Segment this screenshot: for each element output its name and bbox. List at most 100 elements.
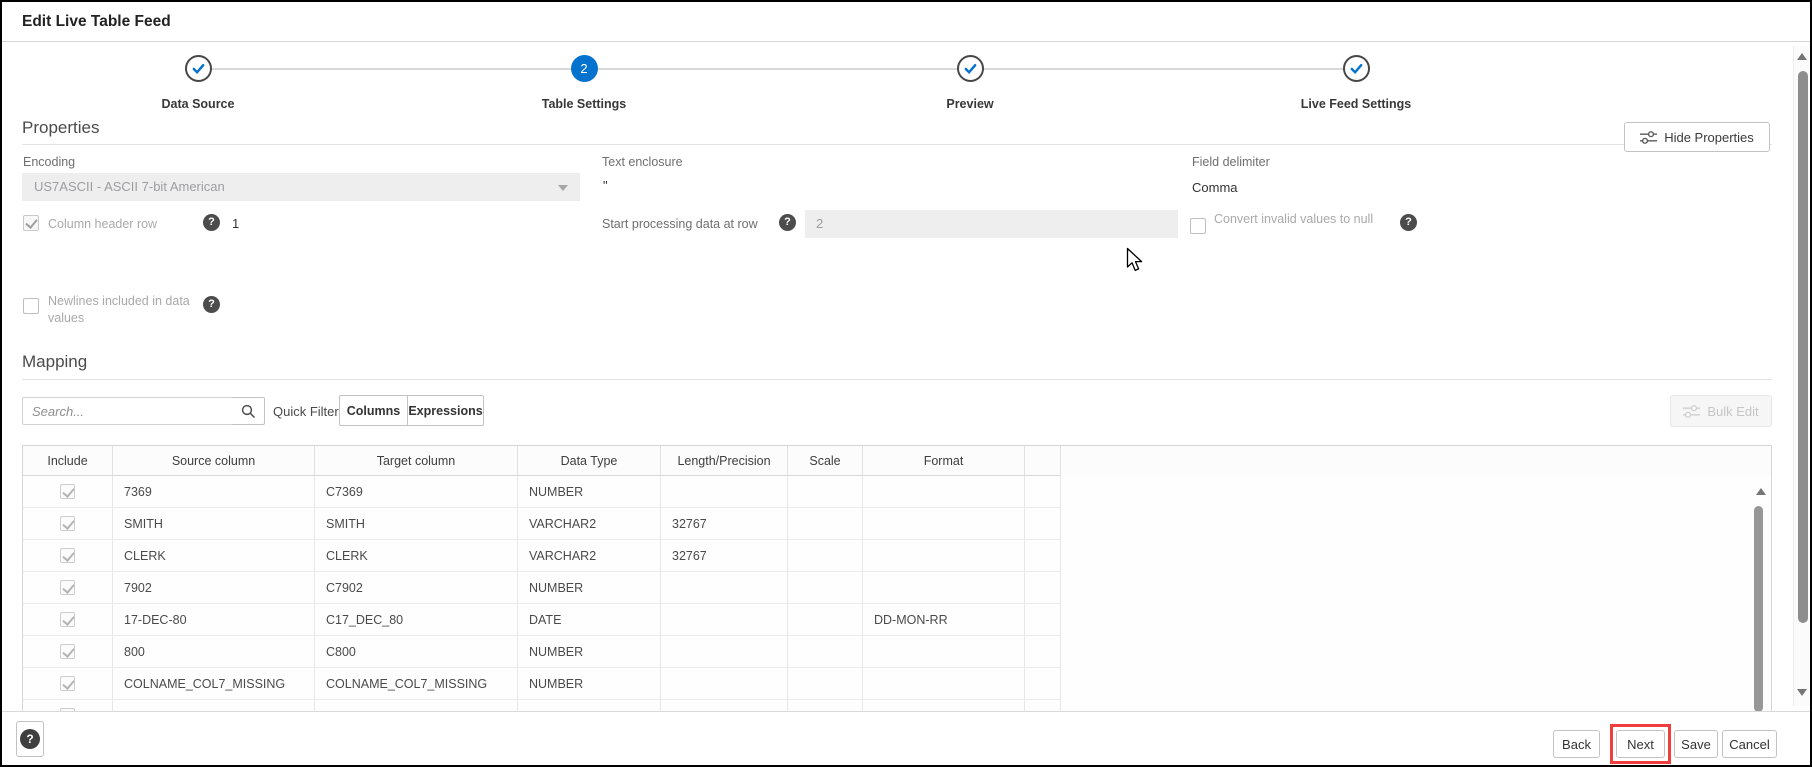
cell-source: 17-DEC-80 — [113, 604, 315, 636]
table-row[interactable]: 7369 C7369 NUMBER — [23, 476, 1771, 508]
properties-divider — [22, 144, 1772, 145]
step-label: Data Source — [161, 97, 235, 111]
cell-length_precision — [661, 668, 788, 700]
step-complete-check-icon — [184, 55, 212, 82]
cancel-button[interactable]: Cancel — [1722, 730, 1777, 758]
include-checkbox — [60, 484, 75, 499]
search-input[interactable] — [22, 397, 233, 425]
cell-format — [863, 572, 1025, 604]
chevron-down-icon — [558, 185, 568, 191]
quick-filter-label: Quick Filter: — [273, 404, 343, 419]
encoding-value: US7ASCII - ASCII 7-bit American — [34, 179, 225, 194]
cell-source: 7369 — [113, 476, 315, 508]
search-button[interactable] — [232, 397, 265, 425]
scroll-down-icon[interactable] — [1797, 689, 1807, 696]
bulk-edit-label: Bulk Edit — [1707, 403, 1759, 419]
table-row[interactable]: 7902 C7902 NUMBER — [23, 572, 1771, 604]
table-row[interactable]: 800 C800 NUMBER — [23, 636, 1771, 668]
table-row[interactable]: 17-DEC-80 C17_DEC_80 DATE DD-MON-RR — [23, 604, 1771, 636]
step-preview[interactable]: Preview — [880, 55, 1060, 111]
column-header[interactable]: Target column — [315, 446, 518, 476]
cell-target: COLNAME_COL7_MISSING — [315, 668, 518, 700]
field-delimiter-label: Field delimiter — [1192, 155, 1270, 169]
help-button[interactable]: ? — [16, 721, 44, 757]
step-table-settings[interactable]: 2 Table Settings — [494, 55, 674, 111]
table-row[interactable]: 20C20NUMBER — [23, 700, 1771, 711]
quick-filter-expressions-button[interactable]: Expressions — [407, 395, 484, 426]
scroll-up-icon[interactable] — [1756, 488, 1766, 495]
column-header[interactable]: Length/Precision — [661, 446, 788, 476]
column-header[interactable]: Data Type — [518, 446, 661, 476]
scroll-up-icon[interactable] — [1797, 53, 1807, 60]
cell-source: CLERK — [113, 540, 315, 572]
hide-properties-button[interactable]: Hide Properties — [1624, 122, 1770, 152]
step-number-badge: 2 — [570, 55, 598, 82]
column-header[interactable]: Scale — [788, 446, 863, 476]
field-delimiter-value: Comma — [1192, 180, 1238, 195]
cell-scale — [788, 508, 863, 540]
include-cell — [23, 540, 113, 572]
newlines-checkbox[interactable] — [23, 298, 39, 314]
cell-data_type: NUMBER — [518, 668, 661, 700]
cell-target: C7902 — [315, 572, 518, 604]
help-icon: ? — [20, 729, 40, 749]
column-header-row-label: Column header row — [48, 217, 158, 231]
table-row[interactable]: CLERK CLERK VARCHAR2 32767 — [23, 540, 1771, 572]
cell-target: SMITH — [315, 508, 518, 540]
mapping-divider — [22, 379, 1772, 380]
cell-scale — [788, 540, 863, 572]
page-scrollbar-thumb[interactable] — [1798, 71, 1808, 623]
cell-format — [863, 508, 1025, 540]
cell-format — [863, 636, 1025, 668]
cell-scale — [788, 604, 863, 636]
help-icon[interactable]: ? — [779, 214, 796, 231]
grid-scrollbar-thumb[interactable] — [1754, 506, 1763, 711]
table-row[interactable]: COLNAME_COL7_MISSING COLNAME_COL7_MISSING… — [23, 668, 1771, 700]
step-complete-check-icon — [1342, 55, 1370, 82]
cell-source: COLNAME_COL7_MISSING — [113, 668, 315, 700]
back-button[interactable]: Back — [1553, 730, 1600, 758]
column-header[interactable]: Include — [23, 446, 113, 476]
newlines-label: Newlines included in data values — [48, 294, 190, 325]
table-row[interactable]: SMITH SMITH VARCHAR2 32767 — [23, 508, 1771, 540]
dialog-title: Edit Live Table Feed — [22, 13, 171, 30]
cell-empty — [1025, 540, 1061, 572]
dialog-titlebar: Edit Live Table Feed — [2, 2, 1810, 42]
cell-format: DD-MON-RR — [863, 604, 1025, 636]
step-label: Preview — [946, 97, 994, 111]
bulk-edit-button: Bulk Edit — [1670, 395, 1772, 427]
help-icon[interactable]: ? — [203, 296, 220, 313]
include-checkbox — [60, 644, 75, 659]
include-checkbox — [60, 676, 75, 691]
include-checkbox — [60, 548, 75, 563]
cell-format — [863, 540, 1025, 572]
step-label: Live Feed Settings — [1300, 97, 1412, 111]
include-checkbox — [60, 612, 75, 627]
save-button[interactable]: Save — [1674, 730, 1718, 758]
column-header[interactable]: Format — [863, 446, 1025, 476]
step-data-source[interactable]: Data Source — [108, 55, 288, 111]
cell-target: C20 — [315, 700, 518, 711]
properties-heading: Properties — [22, 118, 100, 137]
include-checkbox — [60, 516, 75, 531]
page-vertical-scrollbar[interactable] — [1793, 46, 1810, 706]
next-button[interactable]: Next — [1616, 730, 1665, 758]
cell-data_type: NUMBER — [518, 572, 661, 604]
cell-format — [863, 700, 1025, 711]
quick-filter-columns-button[interactable]: Columns — [339, 395, 408, 426]
convert-invalid-checkbox — [1190, 218, 1206, 234]
step-live-feed-settings[interactable]: Live Feed Settings — [1266, 55, 1446, 111]
cell-source: 20 — [113, 700, 315, 711]
cell-empty — [1025, 572, 1061, 604]
cell-target: C17_DEC_80 — [315, 604, 518, 636]
convert-invalid-label: Convert invalid values to null — [1214, 212, 1374, 226]
help-icon[interactable]: ? — [203, 214, 220, 231]
include-cell — [23, 668, 113, 700]
help-icon[interactable]: ? — [1400, 214, 1417, 231]
grid-vertical-scrollbar[interactable] — [1752, 488, 1766, 711]
stepper-connector — [198, 68, 1356, 70]
include-cell — [23, 700, 113, 711]
column-header[interactable]: Source column — [113, 446, 315, 476]
include-cell — [23, 572, 113, 604]
cell-empty — [1025, 508, 1061, 540]
